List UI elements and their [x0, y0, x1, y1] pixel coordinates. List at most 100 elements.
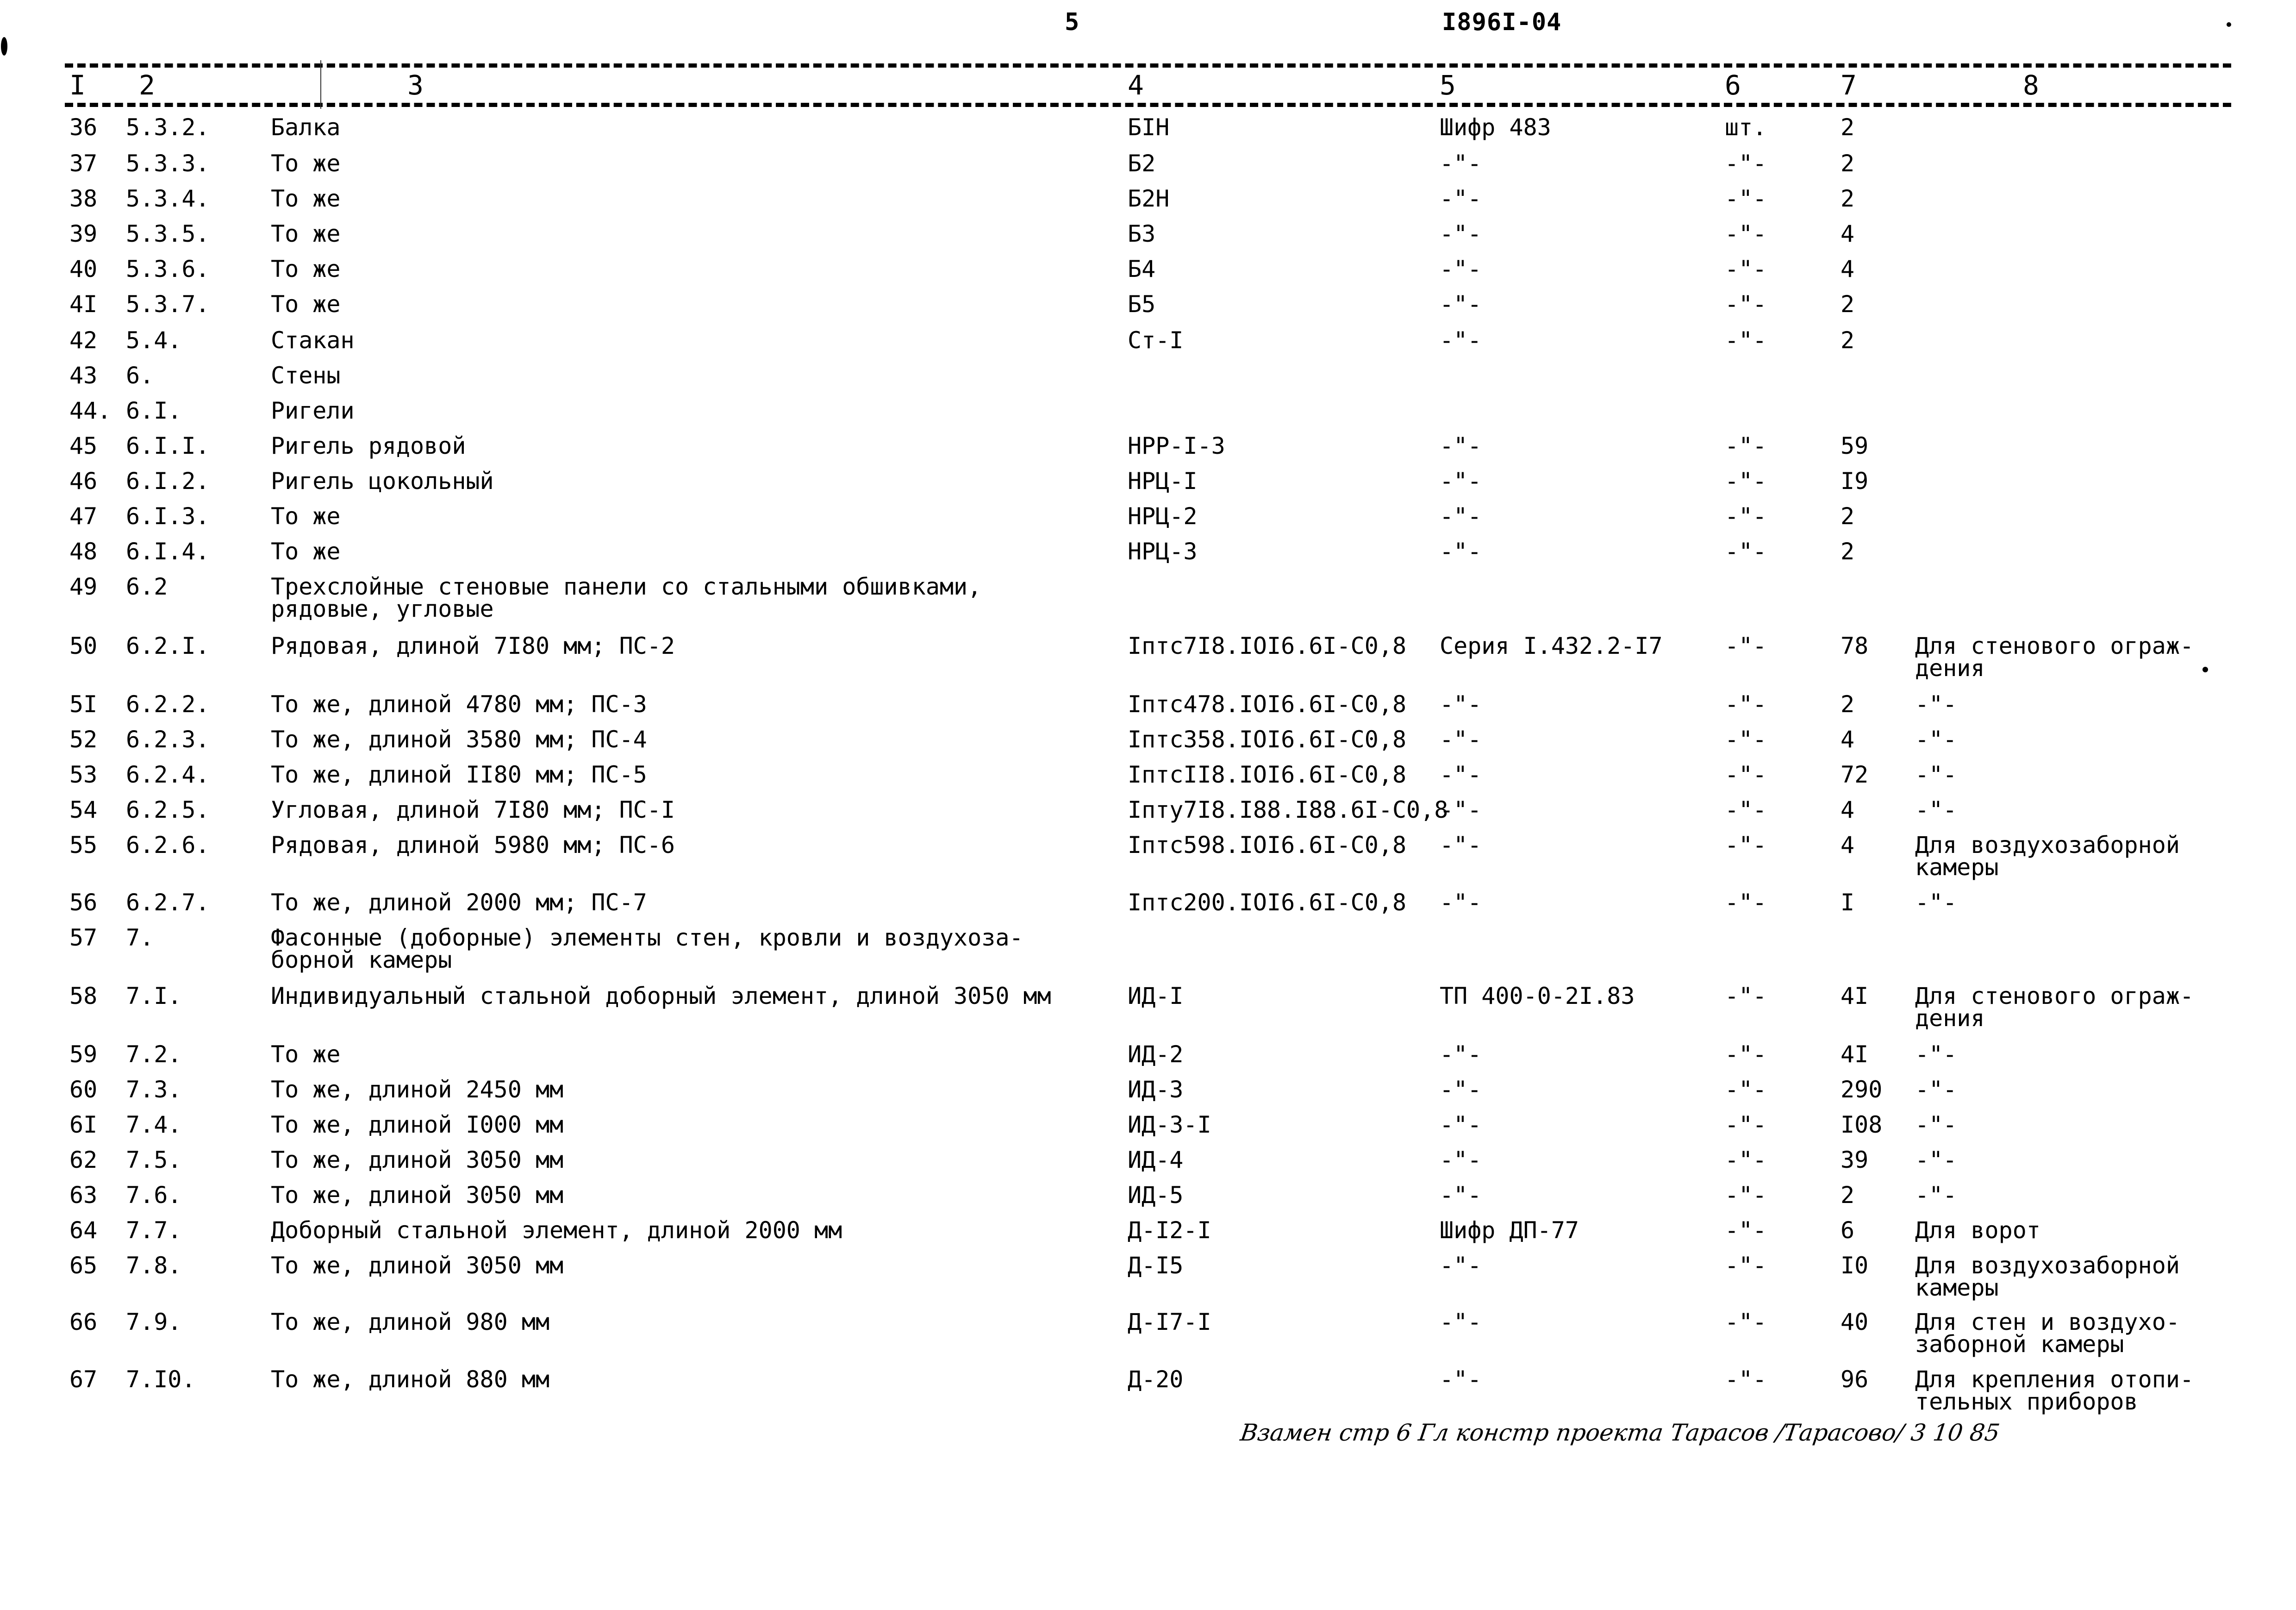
row-number: 45: [69, 432, 98, 459]
note: -"-: [1915, 891, 1957, 914]
row-number: 49: [69, 573, 98, 600]
item-name-line: То же: [271, 256, 341, 282]
column-number: 7: [1841, 69, 1857, 101]
row-number: 66: [69, 1309, 98, 1335]
row-number: 39: [69, 220, 98, 247]
reference-document: -"-: [1440, 1252, 1482, 1279]
item-name-line: То же, длиной 980 мм: [271, 1309, 550, 1335]
note-line: Для стенового ограж-: [1915, 983, 2194, 1009]
item-name-line: То же, длиной II80 мм; ПС-5: [271, 761, 647, 788]
item-mark: ИД-5: [1128, 1182, 1184, 1209]
row-number: 59: [69, 1041, 98, 1068]
row-number: 42: [69, 327, 98, 354]
position-number: 5.3.6.: [126, 256, 210, 282]
item-name-line: То же, длиной 2450 мм: [271, 1076, 564, 1103]
row-number: 48: [69, 538, 98, 565]
note-line: Для воздухозаборной: [1915, 1252, 2180, 1279]
item-mark: Iптс598.IOI6.6I-C0,8: [1128, 832, 1407, 858]
row-number: 6I: [69, 1111, 98, 1138]
note-line: заборной камеры: [1915, 1331, 2124, 1358]
item-name: Трехслойные стеновые панели со стальными…: [271, 575, 981, 620]
item-mark: НРЦ-2: [1128, 503, 1198, 530]
reference-document: -"-: [1440, 185, 1482, 212]
item-mark: ИД-4: [1128, 1146, 1184, 1173]
note-line: камеры: [1915, 854, 1999, 881]
note-line: Для стенового ограж-: [1915, 633, 2194, 659]
position-number: 6.I.3.: [126, 503, 210, 530]
row-number: 63: [69, 1182, 98, 1209]
reference-document: -"-: [1440, 150, 1482, 177]
position-number: 6.2: [126, 573, 168, 600]
unit: -"-: [1725, 538, 1767, 565]
item-mark: Iптс7I8.IOI6.6I-C0,8: [1128, 633, 1407, 659]
reference-document: -"-: [1440, 832, 1482, 858]
scan-speck: [1, 37, 7, 56]
item-name-line: То же, длиной 3580 мм; ПС-4: [271, 726, 647, 753]
row-number: 4I: [69, 291, 98, 318]
unit: -"-: [1725, 185, 1767, 212]
reference-document: -"-: [1440, 1366, 1482, 1393]
quantity: 2: [1841, 185, 1855, 212]
reference-document: -"-: [1440, 468, 1482, 495]
unit: -"-: [1725, 432, 1767, 459]
reference-document: -"-: [1440, 432, 1482, 459]
position-number: 5.4.: [126, 327, 182, 354]
unit: -"-: [1725, 691, 1767, 718]
position-number: 7.5.: [126, 1146, 182, 1173]
item-name: То же, длиной 3050 мм: [271, 1184, 563, 1207]
unit: -"-: [1725, 256, 1767, 282]
position-number: 7.: [126, 924, 154, 951]
row-number: 40: [69, 256, 98, 282]
unit: -"-: [1725, 832, 1767, 858]
unit: -"-: [1725, 633, 1767, 659]
row-number: 50: [69, 633, 98, 659]
item-name: Балка: [271, 116, 341, 139]
quantity: I0: [1841, 1252, 1869, 1279]
note: -"-: [1915, 1078, 1957, 1101]
item-name: Фасонные (доборные) элементы стен, кровл…: [271, 926, 1023, 971]
quantity: 2: [1841, 538, 1855, 565]
item-name: То же, длиной 980 мм: [271, 1310, 549, 1334]
note-line: -"-: [1915, 1076, 1957, 1103]
reference-document: -"-: [1440, 1111, 1482, 1138]
quantity: I: [1841, 889, 1855, 916]
position-number: 7.8.: [126, 1252, 182, 1279]
note-line: Для воздухозаборной: [1915, 832, 2180, 858]
item-name-line: То же, длиной 3050 мм: [271, 1252, 564, 1279]
item-name: То же, длиной 880 мм: [271, 1368, 549, 1391]
position-number: 5.3.2.: [126, 114, 210, 141]
row-number: 53: [69, 761, 98, 788]
item-mark: IптсII8.IOI6.6I-C0,8: [1128, 761, 1407, 788]
note: -"-: [1915, 1184, 1957, 1207]
item-mark: БIН: [1128, 114, 1170, 141]
quantity: 4I: [1841, 1041, 1869, 1068]
item-name-line: То же, длиной 4780 мм; ПС-3: [271, 691, 647, 718]
item-mark: Д-I7-I: [1128, 1309, 1211, 1335]
row-number: 54: [69, 796, 98, 823]
note-line: дения: [1915, 1005, 1985, 1032]
row-number: 64: [69, 1217, 98, 1244]
item-name: То же, длиной 3050 мм: [271, 1254, 563, 1277]
note-line: Для ворот: [1915, 1217, 2040, 1244]
position-number: 6.: [126, 362, 154, 389]
item-name: То же, длиной II80 мм; ПС-5: [271, 763, 647, 786]
note-line: -"-: [1915, 1182, 1957, 1209]
note: -"-: [1915, 1113, 1957, 1136]
note-line: -"-: [1915, 726, 1957, 753]
item-mark: Б5: [1128, 291, 1156, 318]
quantity: 4: [1841, 256, 1855, 282]
item-name-line: То же, длиной 3050 мм: [271, 1182, 564, 1209]
scan-speck: [2202, 667, 2208, 672]
row-number: 62: [69, 1146, 98, 1173]
item-name: Ригели: [271, 399, 355, 422]
item-mark: Б2: [1128, 150, 1156, 177]
note: Для воздухозаборной камеры: [1915, 833, 2180, 879]
item-name-line: То же, длиной 3050 мм: [271, 1146, 564, 1173]
item-name: То же: [271, 187, 341, 210]
item-name: То же, длиной 4780 мм; ПС-3: [271, 693, 647, 716]
item-name-line: Стакан: [271, 327, 355, 354]
item-mark: Б4: [1128, 256, 1156, 282]
reference-document: -"-: [1440, 1146, 1482, 1173]
quantity: 4: [1841, 832, 1855, 858]
position-number: 6.I.I.: [126, 432, 210, 459]
